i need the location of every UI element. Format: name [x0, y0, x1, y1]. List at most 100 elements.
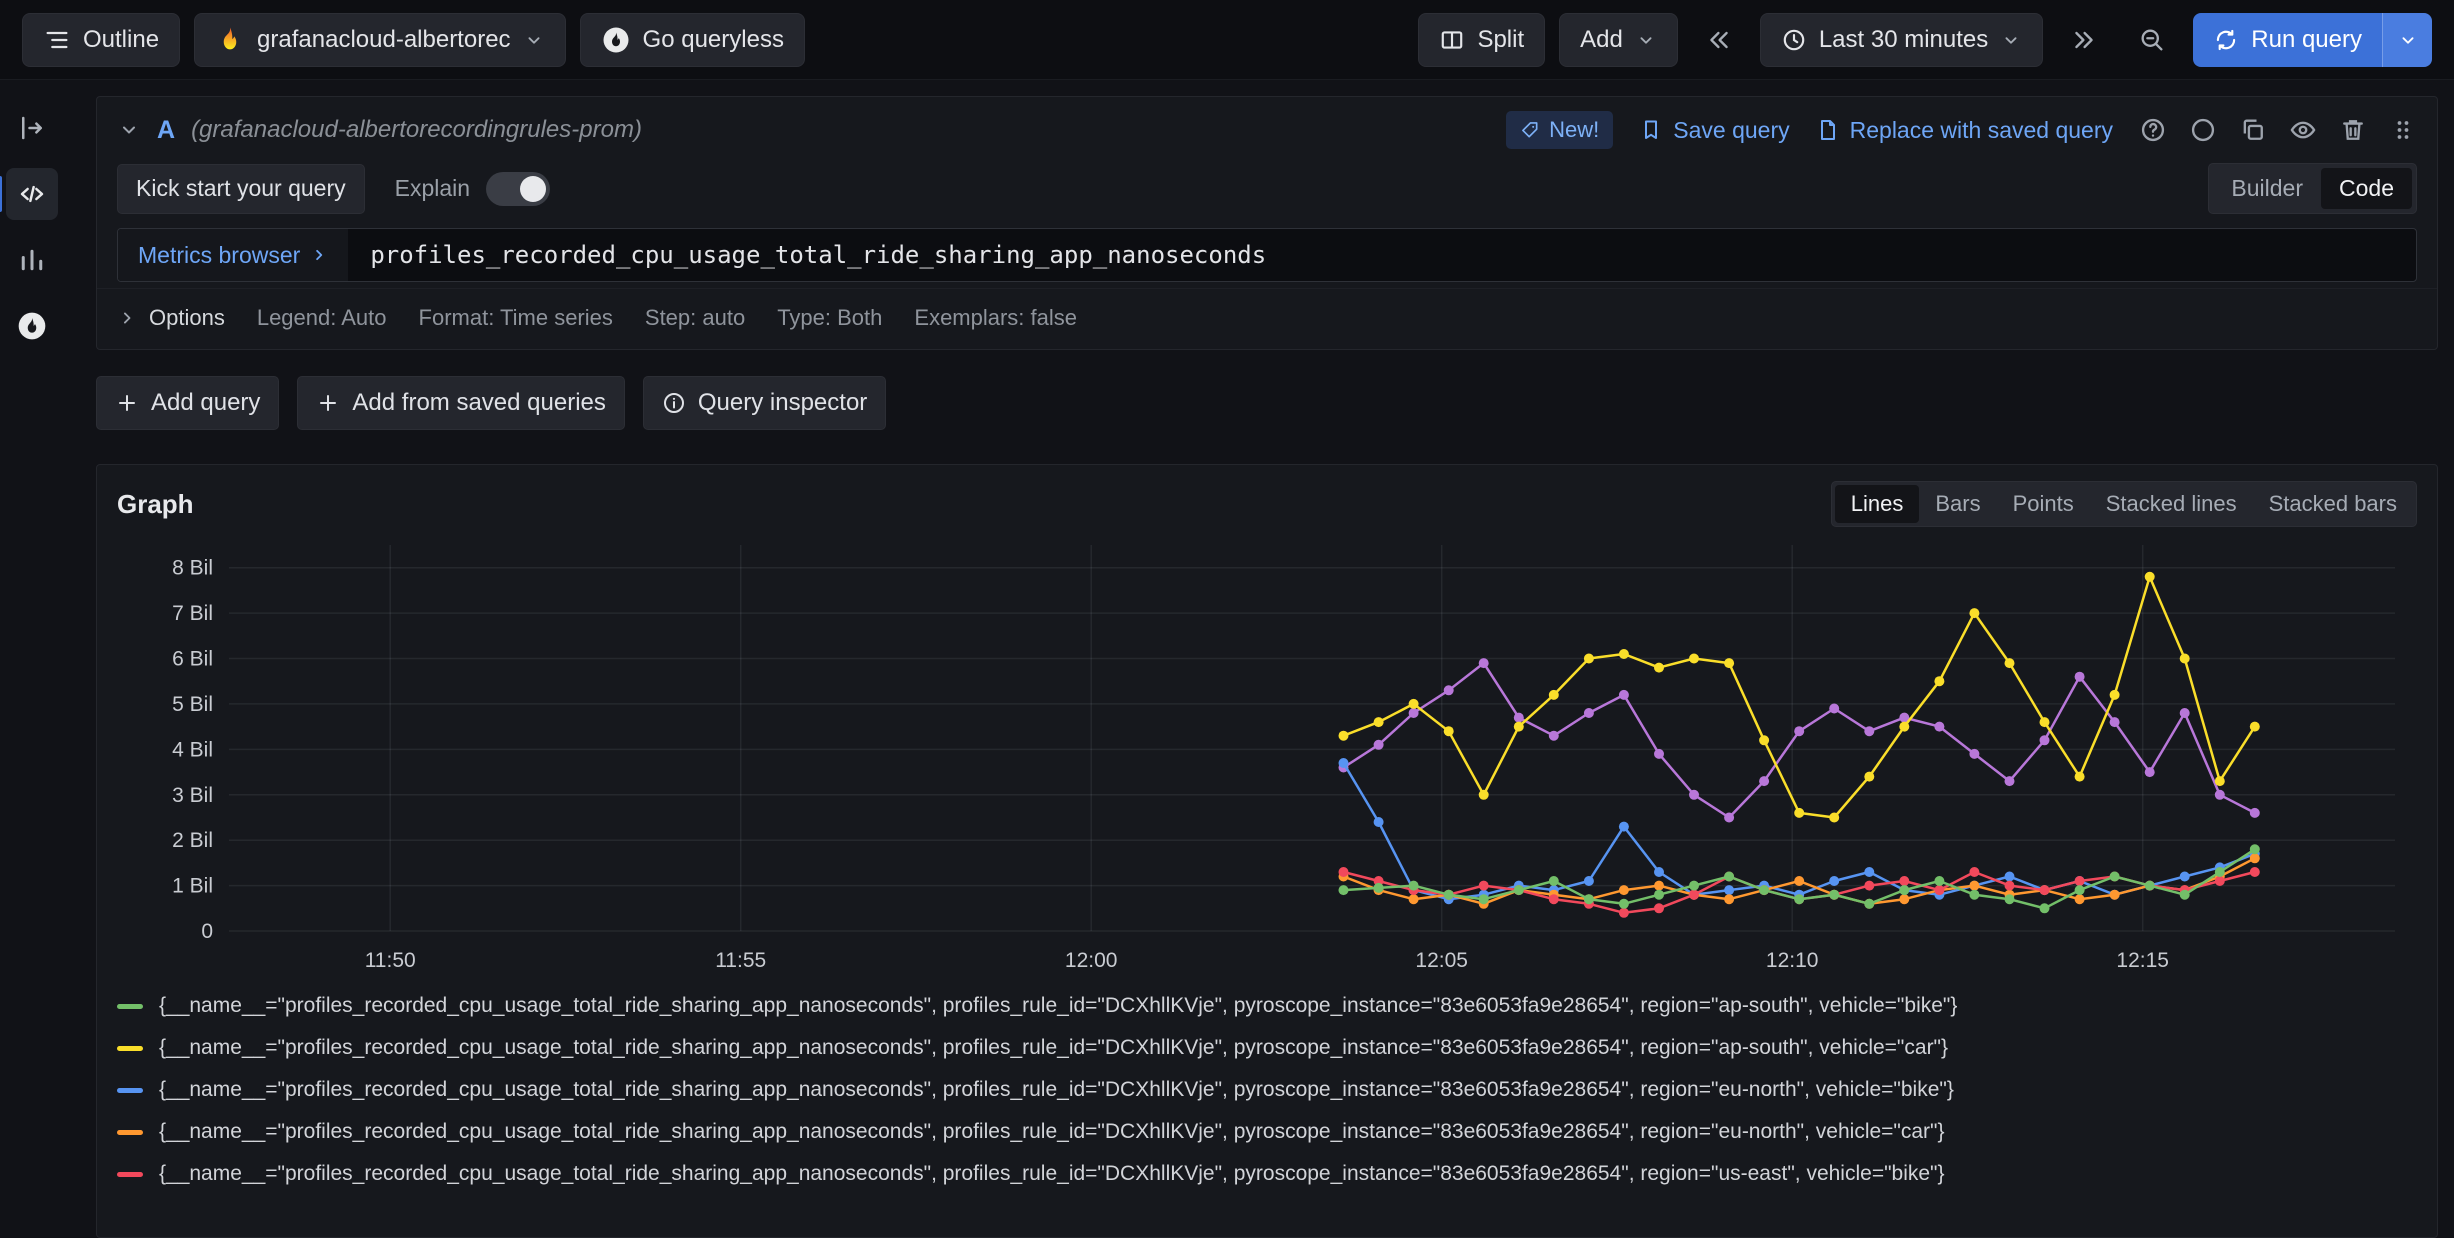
pyroscope-circle-flame-icon — [16, 310, 48, 342]
svg-text:2 Bil: 2 Bil — [172, 829, 213, 852]
run-query-caret-button[interactable] — [2382, 13, 2432, 67]
help-circle-icon[interactable] — [2139, 116, 2167, 144]
graph-style-stacked-lines[interactable]: Stacked lines — [2090, 485, 2253, 523]
svg-text:5 Bil: 5 Bil — [172, 693, 213, 716]
datasource-label: grafanacloud-albertorec — [257, 26, 511, 54]
explain-toggle[interactable] — [486, 172, 550, 206]
editor-mode-builder[interactable]: Builder — [2213, 168, 2321, 209]
query-toolbar-row: Kick start your query Explain Builder Co… — [97, 159, 2437, 228]
drag-handle-icon[interactable] — [2389, 116, 2417, 144]
circle-icon[interactable] — [2189, 116, 2217, 144]
caret-down-icon — [2000, 29, 2022, 51]
legend-item[interactable]: {__name__="profiles_recorded_cpu_usage_t… — [117, 985, 2417, 1027]
sync-icon — [2213, 27, 2239, 53]
time-range-label: Last 30 minutes — [1819, 26, 1988, 54]
svg-text:4 Bil: 4 Bil — [172, 738, 213, 761]
new-badge-label: New! — [1549, 117, 1599, 143]
replace-with-saved-query-button[interactable]: Replace with saved query — [1816, 117, 2113, 144]
topbar: Outline grafanacloud-albertorec Go query… — [0, 0, 2454, 80]
legend-item[interactable]: {__name__="profiles_recorded_cpu_usage_t… — [117, 1111, 2417, 1153]
plus-icon — [316, 391, 340, 415]
svg-text:11:50: 11:50 — [365, 949, 416, 972]
legend-series-label: {__name__="profiles_recorded_cpu_usage_t… — [159, 1120, 1945, 1144]
time-range-picker[interactable]: Last 30 minutes — [1760, 13, 2043, 67]
app: { "colors": { "accent_blue": "#3C71D8", … — [0, 0, 2454, 1238]
new-badge[interactable]: New! — [1506, 111, 1613, 149]
run-query-button[interactable]: Run query — [2193, 13, 2382, 67]
legend-series-color — [117, 1130, 143, 1135]
graph-style-lines[interactable]: Lines — [1835, 485, 1920, 523]
option-type: Type: Both — [777, 305, 882, 331]
svg-text:12:15: 12:15 — [2116, 949, 2169, 972]
sidebar-item-code[interactable] — [6, 168, 58, 220]
query-row-header: A (grafanacloud-albertorecordingrules-pr… — [97, 97, 2437, 159]
chevron-right-icon — [117, 308, 137, 328]
svg-text:12:10: 12:10 — [1766, 949, 1819, 972]
metrics-browser-button[interactable]: Metrics browser — [118, 229, 348, 281]
timeseries-chart[interactable]: 01 Bil2 Bil3 Bil4 Bil5 Bil6 Bil7 Bil8 Bi… — [117, 531, 2417, 981]
graph-legend: {__name__="profiles_recorded_cpu_usage_t… — [117, 985, 2417, 1195]
legend-series-color — [117, 1172, 143, 1177]
caret-down-icon — [523, 29, 545, 51]
save-query-label: Save query — [1673, 117, 1789, 144]
outline-button[interactable]: Outline — [22, 13, 180, 67]
split-button[interactable]: Split — [1418, 13, 1545, 67]
add-query-label: Add query — [151, 389, 260, 417]
query-input-row: Metrics browser profiles_recorded_cpu_us… — [97, 228, 2437, 288]
zoom-out-icon — [2138, 26, 2166, 54]
split-label: Split — [1477, 26, 1524, 54]
collapse-chevron-icon[interactable] — [117, 118, 141, 142]
editor-mode-code[interactable]: Code — [2321, 168, 2412, 209]
svg-text:1 Bil: 1 Bil — [172, 875, 213, 898]
trash-icon[interactable] — [2339, 116, 2367, 144]
run-query-split-button: Run query — [2193, 13, 2432, 67]
sidebar-item-metrics[interactable] — [6, 234, 58, 286]
svg-text:7 Bil: 7 Bil — [172, 602, 213, 625]
legend-item[interactable]: {__name__="profiles_recorded_cpu_usage_t… — [117, 1027, 2417, 1069]
double-chevron-left-icon — [1705, 26, 1733, 54]
sidebar-item-profiles[interactable] — [6, 300, 58, 352]
query-inspector-button[interactable]: Query inspector — [643, 376, 886, 430]
query-row-actions — [2139, 116, 2417, 144]
graph-header: Graph Lines Bars Points Stacked lines St… — [117, 481, 2417, 527]
legend-item[interactable]: {__name__="profiles_recorded_cpu_usage_t… — [117, 1069, 2417, 1111]
legend-series-label: {__name__="profiles_recorded_cpu_usage_t… — [159, 1162, 1945, 1186]
code-icon — [17, 179, 47, 209]
zoom-out-button[interactable] — [2125, 13, 2179, 67]
graph-style-points[interactable]: Points — [1997, 485, 2090, 523]
svg-text:6 Bil: 6 Bil — [172, 648, 213, 671]
go-queryless-button[interactable]: Go queryless — [580, 13, 805, 67]
info-circle-icon — [662, 391, 686, 415]
copy-icon[interactable] — [2239, 116, 2267, 144]
option-step: Step: auto — [645, 305, 745, 331]
options-toggle[interactable]: Options — [117, 305, 225, 331]
caret-down-icon — [1635, 29, 1657, 51]
save-query-button[interactable]: Save query — [1639, 117, 1789, 144]
replace-with-saved-query-label: Replace with saved query — [1850, 117, 2113, 144]
query-actions-row: Add query Add from saved queries Query i… — [96, 376, 2438, 430]
add-from-saved-queries-button[interactable]: Add from saved queries — [297, 376, 624, 430]
legend-item[interactable]: {__name__="profiles_recorded_cpu_usage_t… — [117, 1153, 2417, 1195]
kick-start-button[interactable]: Kick start your query — [117, 164, 365, 214]
file-replace-icon — [1816, 118, 1840, 142]
add-label: Add — [1580, 26, 1623, 54]
sidebar-item-open-pane[interactable] — [6, 102, 58, 154]
time-shift-forward-button[interactable] — [2057, 13, 2111, 67]
time-shift-back-button[interactable] — [1692, 13, 1746, 67]
tag-icon — [1520, 120, 1540, 140]
query-inspector-label: Query inspector — [698, 389, 867, 417]
add-dropdown[interactable]: Add — [1559, 13, 1678, 67]
outline-label: Outline — [83, 26, 159, 54]
option-legend: Legend: Auto — [257, 305, 387, 331]
datasource-picker[interactable]: grafanacloud-albertorec — [194, 13, 566, 67]
graph-style-bars[interactable]: Bars — [1919, 485, 1996, 523]
query-expression-input[interactable]: profiles_recorded_cpu_usage_total_ride_s… — [348, 241, 2416, 269]
add-query-button[interactable]: Add query — [96, 376, 279, 430]
graph-style-stacked-bars[interactable]: Stacked bars — [2253, 485, 2413, 523]
add-from-saved-queries-label: Add from saved queries — [352, 389, 605, 417]
pane-right-icon — [17, 113, 47, 143]
svg-text:0: 0 — [201, 920, 213, 943]
legend-series-label: {__name__="profiles_recorded_cpu_usage_t… — [159, 1078, 1954, 1102]
query-editor-panel: A (grafanacloud-albertorecordingrules-pr… — [96, 96, 2438, 350]
eye-icon[interactable] — [2289, 116, 2317, 144]
